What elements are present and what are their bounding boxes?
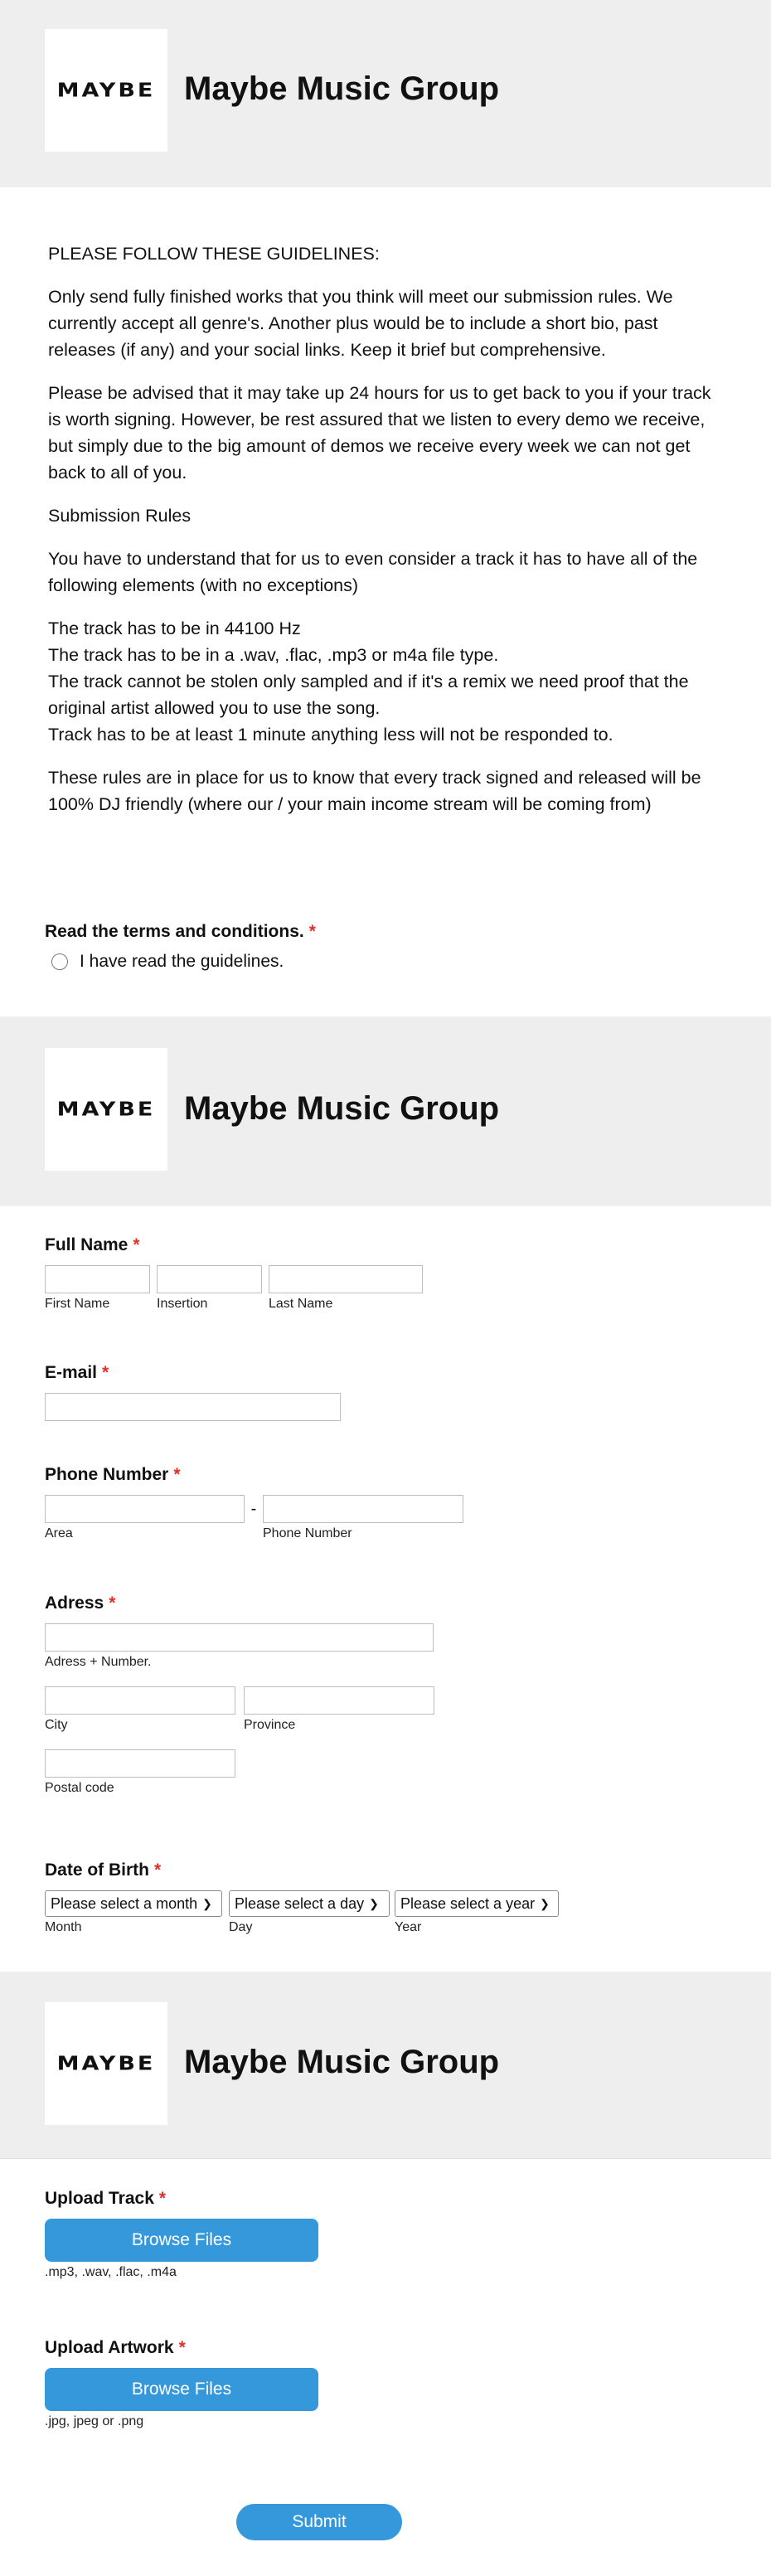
required-marker: * (178, 2338, 186, 2357)
page-title: Maybe Music Group (184, 2044, 500, 2080)
rule-item: The track cannot be stolen only sampled … (48, 672, 689, 718)
divider (0, 2158, 771, 2159)
chevron-down-icon: ❯ (369, 1896, 379, 1910)
required-marker: * (173, 1465, 181, 1484)
required-marker: * (158, 2189, 167, 2208)
phone-label: Phone Number * (45, 1465, 181, 1484)
logo-text: MAYBE (56, 1098, 156, 1121)
dob-label: Date of Birth * (45, 1860, 162, 1880)
year-caption: Year (395, 1920, 422, 1934)
full-name-section: Full Name * First Name Insertion Last Nam… (45, 1235, 423, 1312)
required-marker: * (308, 922, 316, 941)
address-label: Adress * (45, 1594, 116, 1613)
month-select[interactable]: Please select a month ❯ (45, 1890, 222, 1917)
page-header: MAYBE Maybe Music Group (0, 1016, 771, 1206)
terms-option-label[interactable]: I have read the guidelines. (80, 952, 284, 972)
submit-button[interactable]: Submit (236, 2504, 402, 2540)
guidelines-heading: PLEASE FOLLOW THESE GUIDELINES: (48, 244, 380, 264)
submission-rules-title: Submission Rules (48, 506, 192, 526)
logo-text: MAYBE (56, 79, 156, 102)
rules-list: The track has to be in 44100 Hz The trac… (48, 615, 723, 748)
postal-code-caption: Postal code (45, 1781, 114, 1795)
street-input[interactable] (45, 1623, 434, 1652)
guidelines-paragraph-3: You have to understand that for us to ev… (48, 549, 698, 595)
city-caption: City (45, 1718, 68, 1732)
guidelines: PLEASE FOLLOW THESE GUIDELINES: Only sen… (0, 187, 771, 834)
terms-radio[interactable] (51, 953, 68, 970)
first-name-input[interactable] (45, 1265, 150, 1293)
phone-section: Phone Number * Area - Phone Number (45, 1465, 463, 1541)
required-marker: * (154, 1860, 162, 1880)
logo: MAYBE (45, 2002, 167, 2125)
email-label: E-mail * (45, 1363, 109, 1382)
phone-number-input[interactable] (263, 1495, 463, 1523)
phone-area-input[interactable] (45, 1495, 245, 1523)
insertion-input[interactable] (157, 1265, 262, 1293)
required-marker: * (102, 1363, 109, 1382)
required-marker: * (109, 1594, 116, 1613)
phone-area-caption: Area (45, 1526, 73, 1540)
terms-option[interactable]: I have read the guidelines. (51, 952, 316, 972)
phone-separator: - (250, 1500, 257, 1518)
guidelines-paragraph-4: These rules are in place for us to know … (48, 768, 701, 814)
page-title: Maybe Music Group (184, 70, 500, 107)
postal-code-input[interactable] (45, 1749, 235, 1778)
last-name-caption: Last Name (269, 1297, 333, 1311)
year-select[interactable]: Please select a year ❯ (395, 1890, 559, 1917)
day-caption: Day (229, 1920, 253, 1934)
browse-track-button[interactable]: Browse Files (45, 2219, 318, 2262)
guidelines-paragraph-1: Only send fully finished works that you … (48, 287, 673, 360)
page-title: Maybe Music Group (184, 1090, 500, 1127)
terms-label: Read the terms and conditions. * (45, 922, 316, 941)
province-input[interactable] (244, 1686, 434, 1715)
logo: MAYBE (45, 29, 167, 152)
last-name-input[interactable] (269, 1265, 423, 1293)
upload-artwork-hint: .jpg, jpeg or .png (45, 2414, 144, 2428)
rule-item: The track has to be in 44100 Hz (48, 619, 301, 638)
upload-track-hint: .mp3, .wav, .flac, .m4a (45, 2265, 177, 2279)
street-caption: Adress + Number. (45, 1655, 152, 1669)
chevron-down-icon: ❯ (202, 1896, 212, 1910)
city-input[interactable] (45, 1686, 235, 1715)
phone-number-caption: Phone Number (263, 1526, 352, 1540)
rule-item: Track has to be at least 1 minute anythi… (48, 725, 613, 745)
page-header: MAYBE Maybe Music Group (0, 0, 771, 187)
page-header: MAYBE Maybe Music Group (0, 1972, 771, 2158)
province-caption: Province (244, 1718, 296, 1732)
terms-section: Read the terms and conditions. * I have r… (45, 922, 316, 972)
rule-item: The track has to be in a .wav, .flac, .m… (48, 645, 499, 665)
email-input[interactable] (45, 1393, 341, 1421)
guidelines-paragraph-2: Please be advised that it may take up 24… (48, 383, 711, 483)
upload-track-section: Upload Track * Browse Files .mp3, .wav, .… (45, 2189, 318, 2280)
required-marker: * (133, 1235, 140, 1254)
full-name-label: Full Name * (45, 1235, 140, 1254)
day-select[interactable]: Please select a day ❯ (229, 1890, 390, 1917)
first-name-caption: First Name (45, 1297, 110, 1311)
logo-text: MAYBE (56, 2052, 156, 2075)
dob-section: Date of Birth * Please select a month ❯ Mo… (45, 1860, 559, 1935)
email-section: E-mail * (45, 1363, 341, 1421)
insertion-caption: Insertion (157, 1297, 208, 1311)
upload-artwork-section: Upload Artwork * Browse Files .jpg, jpeg … (45, 2338, 318, 2429)
upload-artwork-label: Upload Artwork * (45, 2338, 186, 2357)
chevron-down-icon: ❯ (540, 1896, 550, 1910)
address-section: Adress * Adress + Number. City Province P… (45, 1594, 434, 1796)
browse-artwork-button[interactable]: Browse Files (45, 2368, 318, 2411)
logo: MAYBE (45, 1048, 167, 1171)
upload-track-label: Upload Track * (45, 2189, 167, 2208)
month-caption: Month (45, 1920, 82, 1934)
